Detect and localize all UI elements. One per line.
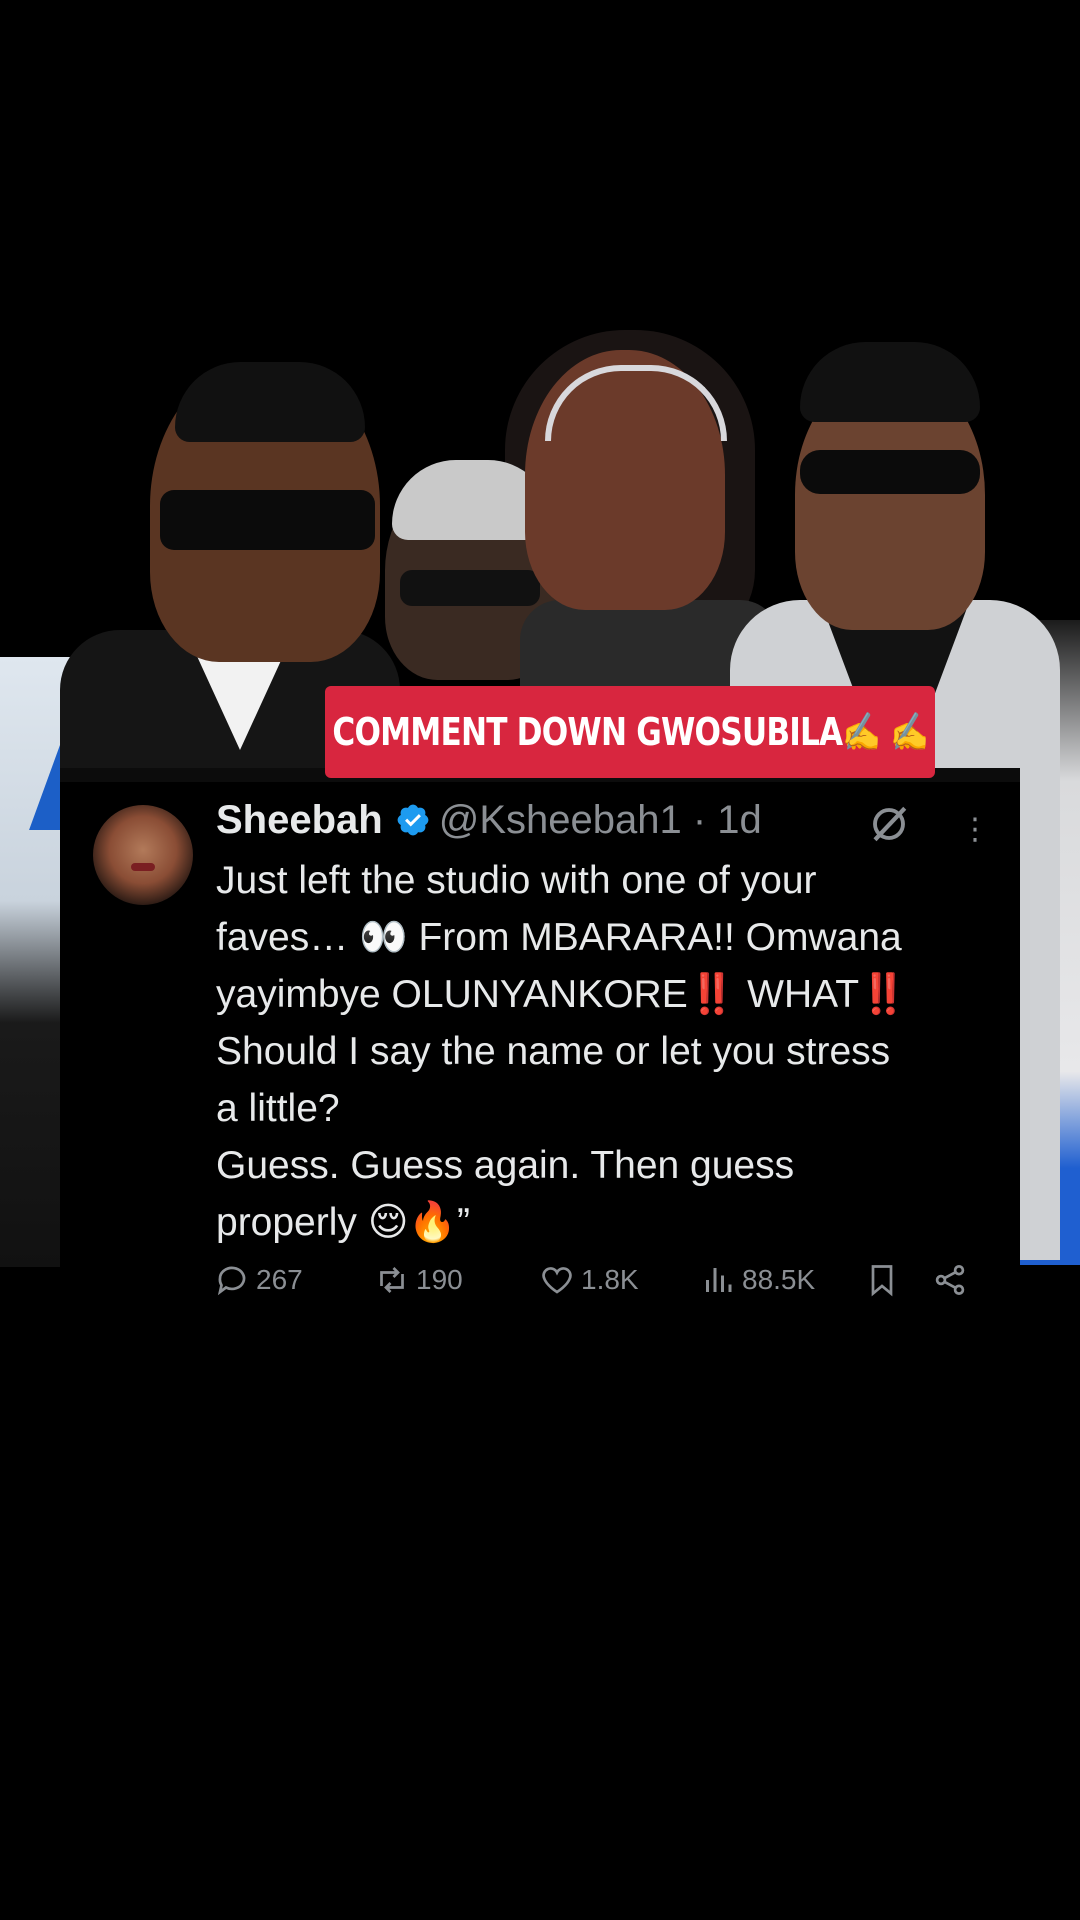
reply-button[interactable]: 267 [214, 1262, 303, 1298]
bookmark-icon [871, 1265, 893, 1297]
bookmark-button[interactable] [864, 1262, 906, 1298]
views-button[interactable]: 88.5K [700, 1262, 815, 1298]
like-count: 1.8K [581, 1264, 639, 1295]
artist-4-sunglasses [800, 450, 980, 494]
artist-1-hair [175, 362, 365, 442]
views-icon [706, 1268, 732, 1292]
tweet-actions: 267 190 1.8K 88.5K [214, 1262, 974, 1318]
repost-count: 190 [416, 1264, 463, 1295]
artist-4-hair [800, 342, 980, 422]
tweet-text: Just left the studio with one of your fa… [216, 859, 908, 1244]
like-button[interactable]: 1.8K [539, 1262, 639, 1298]
views-count: 88.5K [742, 1264, 816, 1295]
share-button[interactable] [932, 1262, 974, 1298]
author-name[interactable]: Sheebah [216, 798, 383, 843]
comment-banner: COMMENT DOWN GWOSUBILA✍️ ✍️ [325, 686, 935, 778]
share-icon [935, 1265, 965, 1295]
like-icon [542, 1267, 572, 1294]
repost-icon [380, 1267, 404, 1293]
repost-button[interactable]: 190 [374, 1262, 463, 1298]
reply-count: 267 [256, 1264, 303, 1295]
artist-2-sunglasses [400, 570, 540, 606]
avatar[interactable] [93, 805, 193, 905]
verified-badge-icon [397, 804, 429, 836]
tweet-header: Sheebah @Ksheebah1 · 1d [216, 795, 762, 845]
banner-text: COMMENT DOWN GWOSUBILA✍️ ✍️ [332, 709, 929, 754]
grok-icon[interactable] [868, 803, 910, 845]
more-icon[interactable]: ⋮ [960, 812, 990, 852]
author-handle-time[interactable]: @Ksheebah1 · 1d [439, 798, 762, 843]
artist-1-sunglasses [160, 490, 375, 550]
reply-icon [217, 1266, 246, 1296]
